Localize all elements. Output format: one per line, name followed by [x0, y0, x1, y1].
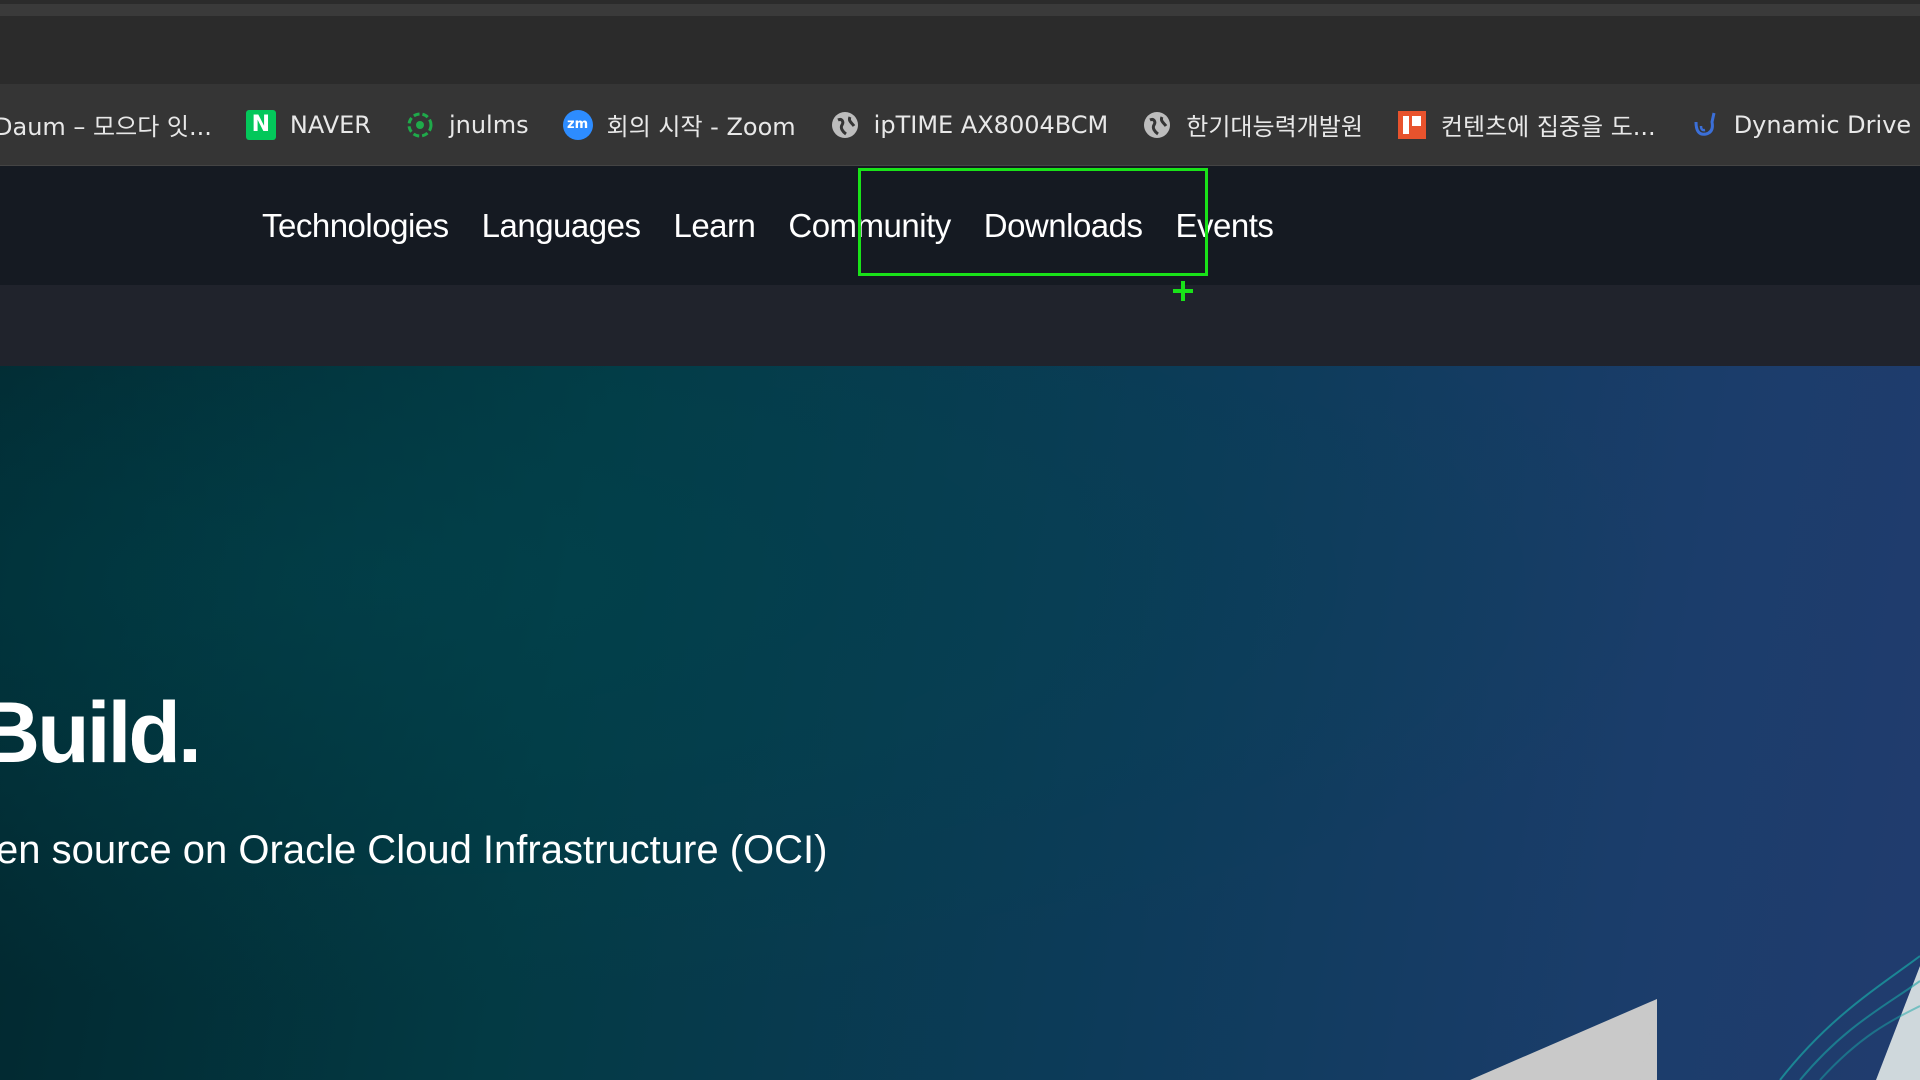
naver-icon: N — [245, 109, 276, 140]
bookmark-label: jnulms — [448, 110, 529, 139]
tab-strip — [0, 4, 1920, 16]
hero-title: Build. — [0, 685, 202, 781]
bookmark-iptime[interactable]: ipTIME AX8004BCM — [830, 110, 1109, 140]
bookmark-label: 회의 시작 - Zoom — [606, 113, 796, 141]
bookmark-zoom[interactable]: zm 회의 시작 - Zoom — [562, 107, 796, 142]
nav-languages[interactable]: Languages — [482, 207, 641, 245]
bookmark-dynamic-drive[interactable]: Dynamic Drive CSS — [1690, 110, 1920, 140]
dynamic-drive-icon — [1690, 110, 1720, 140]
bookmark-label: Dynamic Drive CSS — [1733, 110, 1920, 139]
bookmark-label: NAVER — [289, 110, 371, 139]
globe-icon — [830, 110, 860, 140]
bookmark-label: ipTIME AX8004BCM — [873, 110, 1109, 139]
bookmark-jnulms[interactable]: jnulms — [405, 110, 529, 140]
bookmark-contents[interactable]: 컨텐츠에 집중을 도... — [1397, 107, 1656, 142]
hero-banner: Build. en source on Oracle Cloud Infrast… — [0, 366, 1920, 1080]
jnulms-icon — [405, 110, 435, 140]
browser-title-area — [0, 0, 1920, 84]
highlight-box — [858, 168, 1208, 276]
bookmark-hangidae[interactable]: 한기대능력개발원 — [1142, 107, 1363, 142]
bookmark-orange-icon — [1397, 110, 1427, 140]
bookmark-daum[interactable]: Daum – 모으다 잇... — [0, 107, 212, 142]
bookmark-label: 컨텐츠에 집중을 도... — [1440, 113, 1656, 141]
zoom-icon: zm — [562, 109, 593, 140]
bookmark-label: Daum – 모으다 잇... — [0, 113, 212, 141]
crosshair-cursor-icon — [1173, 281, 1193, 301]
hero-subtitle: en source on Oracle Cloud Infrastructure… — [0, 828, 828, 872]
bookmark-label: 한기대능력개발원 — [1186, 113, 1363, 141]
nav-technologies[interactable]: Technologies — [262, 207, 449, 245]
bookmarks-bar: Daum – 모으다 잇... N NAVER jnulms zm 회의 시작 … — [0, 84, 1920, 166]
hero-decoration — [1470, 955, 1920, 1080]
sub-navigation-bar — [0, 285, 1920, 366]
globe-icon — [1142, 110, 1172, 140]
bookmark-naver[interactable]: N NAVER — [245, 109, 371, 140]
nav-learn[interactable]: Learn — [673, 207, 755, 245]
